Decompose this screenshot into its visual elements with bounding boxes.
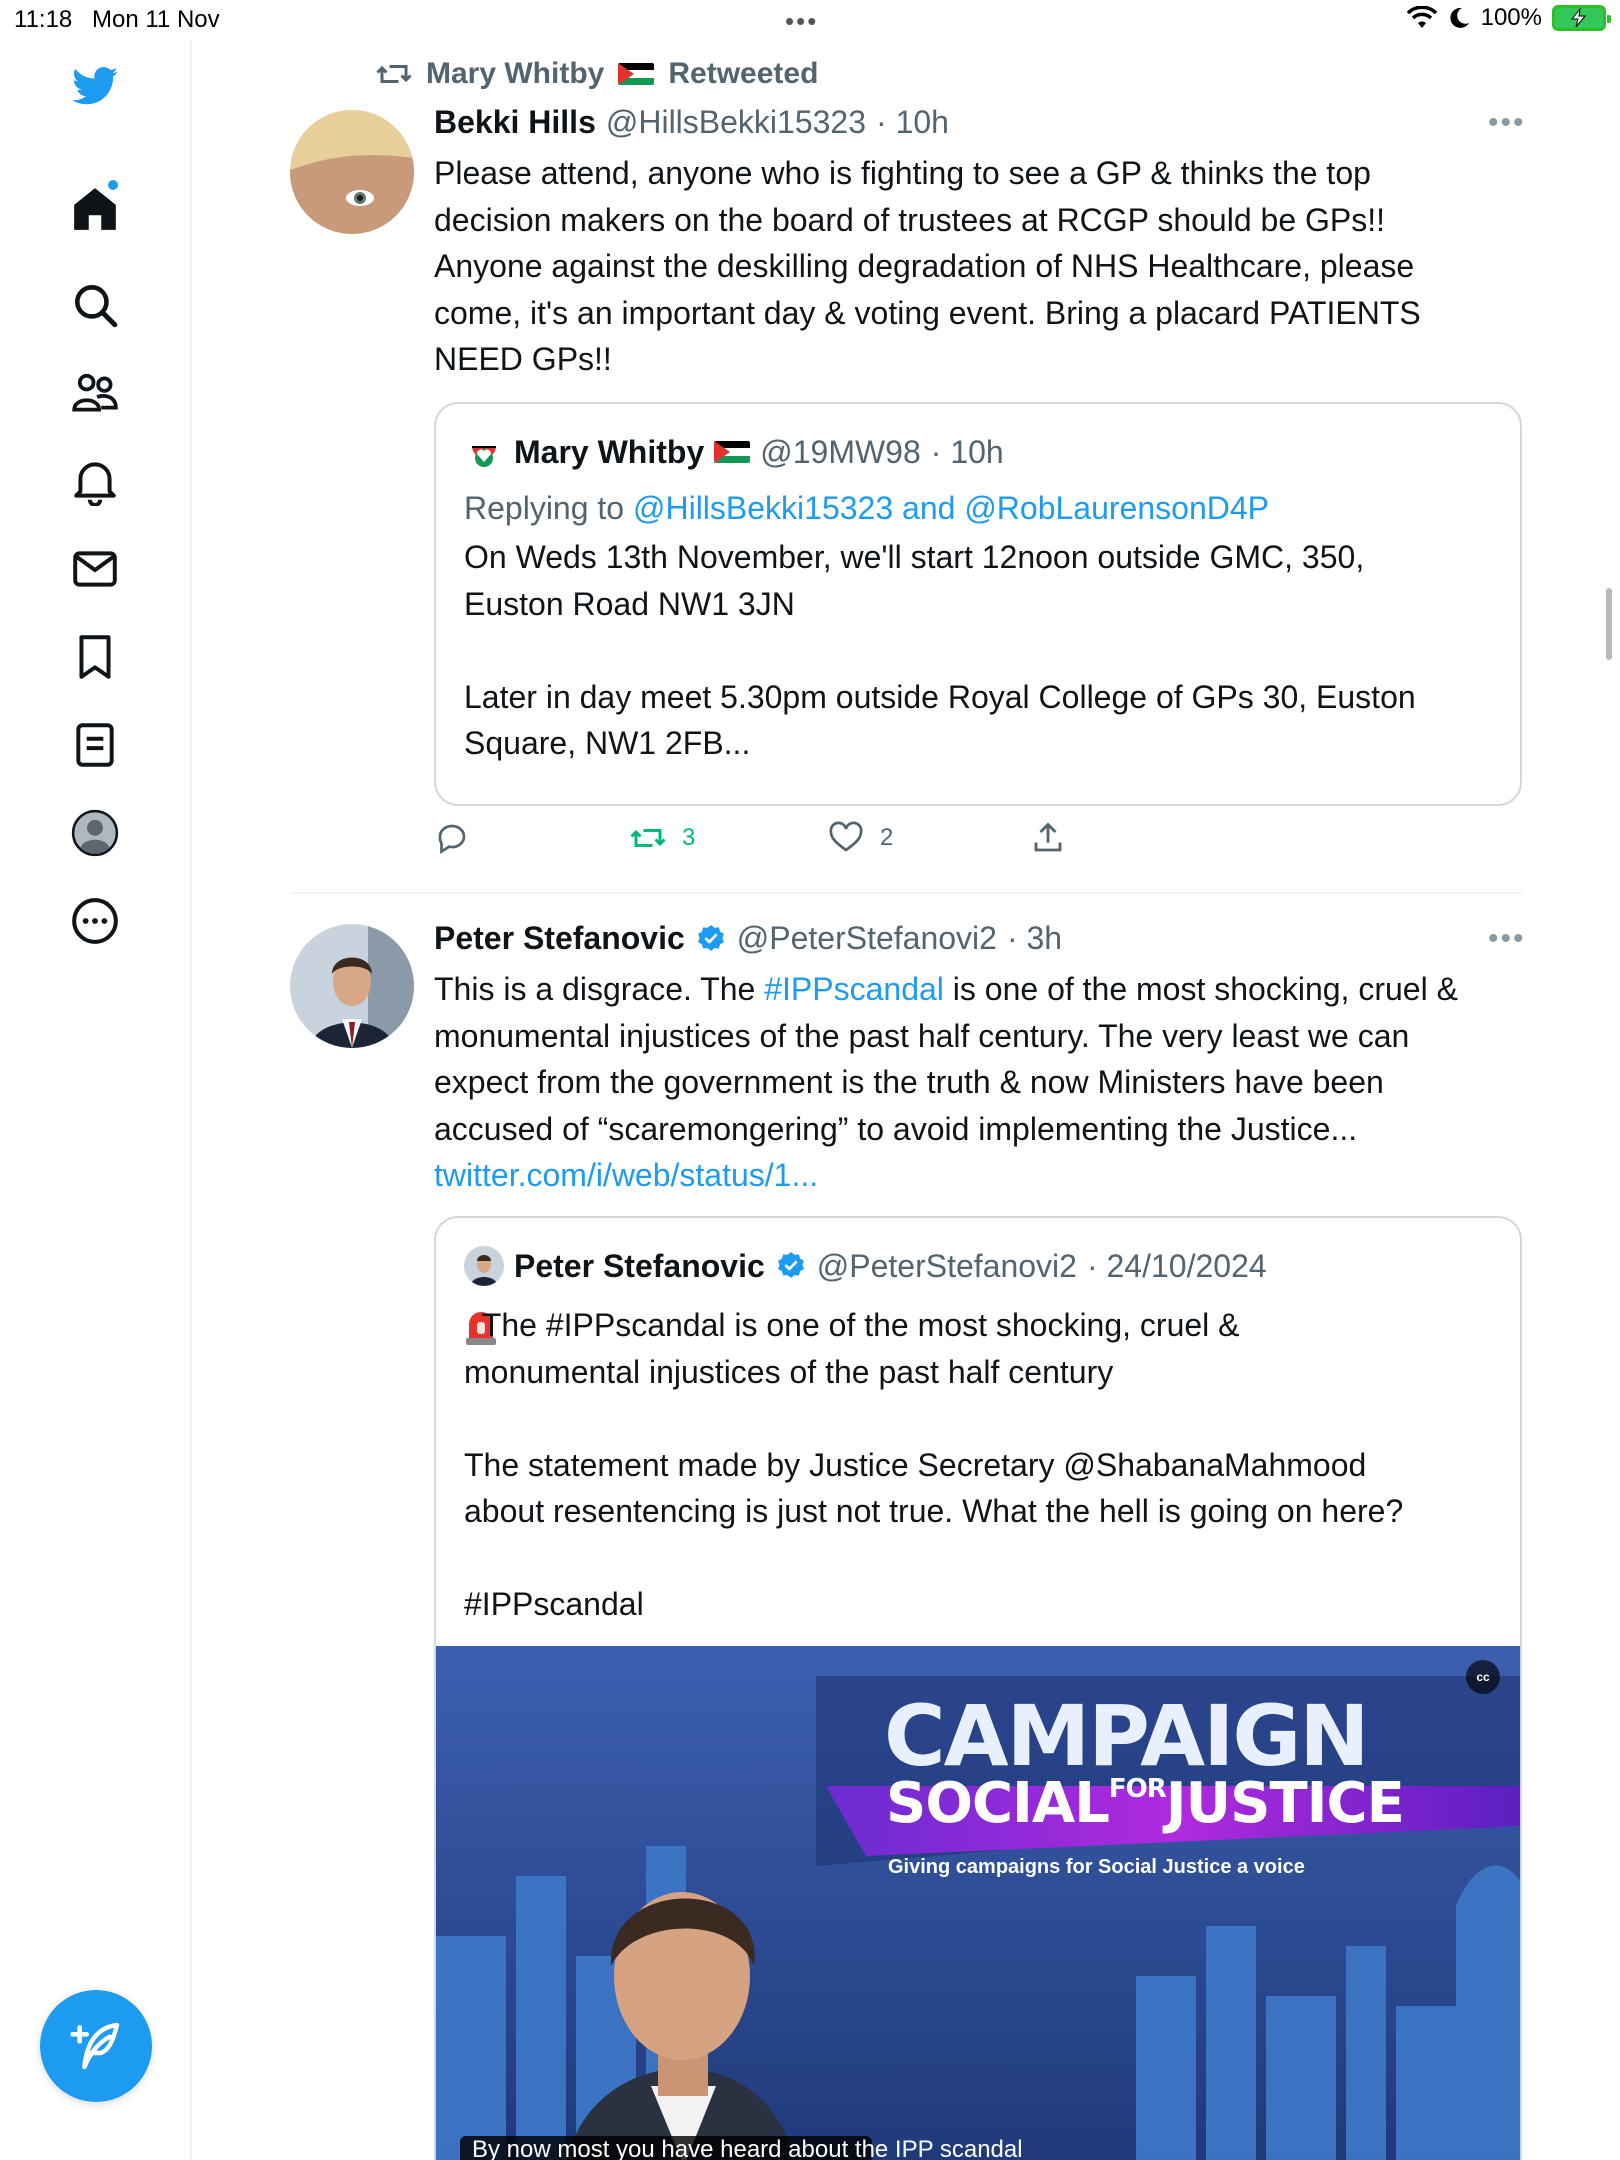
author-avatar[interactable] <box>290 110 414 234</box>
quoted-author-avatar <box>464 432 504 472</box>
replying-to-handles[interactable]: @HillsBekki15323 and @RobLaurensonD4P <box>633 490 1269 526</box>
quoted-tweet-header: Mary Whitby @19MW98 · 10h <box>464 432 1004 472</box>
status-right: 100% <box>1406 4 1611 32</box>
tweet-header: Peter Stefanovic @PeterStefanovi2 · 3h <box>434 920 1062 957</box>
more-menu-icon[interactable]: ••• <box>1488 922 1526 956</box>
retweet-button[interactable]: 3 <box>630 820 695 856</box>
wifi-icon <box>1406 6 1437 28</box>
banner-word-for: FOR <box>1108 1774 1167 1804</box>
quoted-tweet-header: Peter Stefanovic @PeterStefanovi2 · 24/1… <box>464 1246 1267 1286</box>
hashtag-link[interactable]: #IPPscandal <box>764 971 944 1007</box>
author-name[interactable]: Peter Stefanovic <box>434 920 685 957</box>
retweeted-label: Retweeted <box>668 57 819 90</box>
author-handle[interactable]: @HillsBekki15323 <box>606 104 866 141</box>
tweet-actions: 3 2 <box>434 820 1234 870</box>
retweeted-by-name[interactable]: Mary Whitby <box>426 57 604 91</box>
banner-title: CAMPAIGN <box>884 1687 1370 1785</box>
quoted-tweet-time: · 24/10/2024 <box>1086 1247 1267 1284</box>
notifications-bell-icon[interactable] <box>60 446 130 516</box>
battery-percent: 100% <box>1480 4 1542 31</box>
quoted-author-avatar <box>464 1246 504 1286</box>
retweet-icon <box>630 829 666 847</box>
quoted-tweet-text: The #IPPscandal is one of the most shock… <box>464 1307 1404 1622</box>
palestine-flag-icon <box>618 63 655 85</box>
banner-word-social: SOCIAL <box>886 1771 1110 1836</box>
tweet-header: Bekki Hills @HillsBekki15323 · 10h <box>434 104 949 141</box>
retweet-context: Mary Whitby Retweeted <box>376 56 818 92</box>
palestine-flag-icon <box>714 441 751 463</box>
banner-word-justice: JUSTICE <box>1165 1771 1405 1836</box>
communities-icon[interactable] <box>60 358 130 428</box>
tweet-time[interactable]: · 3h <box>1007 920 1062 957</box>
tweet-time[interactable]: · 10h <box>876 104 949 141</box>
share-button[interactable] <box>1030 820 1066 856</box>
twitter-logo-icon[interactable] <box>60 52 130 122</box>
quoted-tweet[interactable]: Mary Whitby @19MW98 · 10h Replying to @H… <box>434 402 1522 806</box>
quoted-author-handle: @19MW98 <box>760 433 921 470</box>
closed-captions-button[interactable]: cc <box>1466 1660 1500 1694</box>
home-notification-dot <box>108 180 118 190</box>
banner-subtitle: SOCIALFORJUSTICE <box>886 1774 1405 1832</box>
quoted-tweet[interactable]: Peter Stefanovic @PeterStefanovi2 · 24/1… <box>434 1216 1522 2160</box>
more-options-icon[interactable] <box>60 886 130 956</box>
quoted-tweet-text: On Weds 13th November, we'll start 12noo… <box>464 539 1416 761</box>
status-date: Mon 11 Nov <box>92 6 220 33</box>
home-icon[interactable] <box>60 174 130 244</box>
replying-to-line: Replying to @HillsBekki15323 and @RobLau… <box>464 490 1269 527</box>
author-handle[interactable]: @PeterStefanovi2 <box>737 920 997 957</box>
tweet-text: Please attend, anyone who is fighting to… <box>434 155 1421 377</box>
lists-icon[interactable] <box>60 710 130 780</box>
profile-avatar-icon[interactable] <box>60 798 130 868</box>
status-time: 11:18 <box>14 6 73 33</box>
retweet-count: 3 <box>682 824 696 851</box>
messages-envelope-icon[interactable] <box>60 534 130 604</box>
compose-tweet-button[interactable] <box>40 1990 152 2102</box>
quoted-tweet-time: · 10h <box>930 433 1004 470</box>
retweet-icon <box>376 65 412 83</box>
verified-badge-icon <box>697 924 724 951</box>
video-caption: By now most you have heard about the IPP… <box>472 2136 1023 2160</box>
search-icon[interactable] <box>60 270 130 340</box>
banner-tagline: Giving campaigns for Social Justice a vo… <box>888 1856 1305 1878</box>
tweet-text: This is a disgrace. The #IPPscandal is o… <box>434 966 1554 1199</box>
like-button[interactable]: 2 <box>828 820 893 856</box>
reply-button[interactable] <box>434 820 470 856</box>
like-count: 2 <box>880 824 894 851</box>
author-name[interactable]: Bekki Hills <box>434 104 596 141</box>
status-bar: 11:18 Mon 11 Nov ••• 100% <box>0 0 1620 40</box>
replying-to-label: Replying to <box>464 490 625 526</box>
status-link[interactable]: twitter.com/i/web/status/1... <box>434 1157 818 1193</box>
reply-icon <box>438 824 466 854</box>
tweet-text-start: This is a disgrace. The <box>434 971 765 1007</box>
quoted-author-name: Peter Stefanovic <box>514 1247 765 1284</box>
quoted-author-name: Mary Whitby <box>514 433 705 470</box>
cc-label: cc <box>1476 1670 1490 1684</box>
author-avatar[interactable] <box>290 924 414 1048</box>
moon-icon <box>1450 7 1469 28</box>
tweet-divider <box>290 892 1522 894</box>
timeline-feed: Mary Whitby Retweeted Bekki Hills @Hills… <box>192 40 1620 2160</box>
scrollbar[interactable] <box>1606 588 1612 660</box>
verified-badge-icon <box>777 1252 804 1278</box>
feather-plus-icon <box>70 2022 120 2070</box>
heart-icon <box>829 821 863 852</box>
multitasking-dots-icon[interactable]: ••• <box>785 6 818 37</box>
battery-icon <box>1552 5 1611 31</box>
sidebar <box>0 40 192 2160</box>
more-menu-icon[interactable]: ••• <box>1488 106 1526 140</box>
share-icon <box>1034 822 1062 852</box>
video-thumbnail[interactable]: CAMPAIGN SOCIALFORJUSTICE Giving campaig… <box>436 1646 1520 2160</box>
quoted-author-handle: @PeterStefanovi2 <box>816 1247 1077 1284</box>
bookmarks-icon[interactable] <box>60 622 130 692</box>
